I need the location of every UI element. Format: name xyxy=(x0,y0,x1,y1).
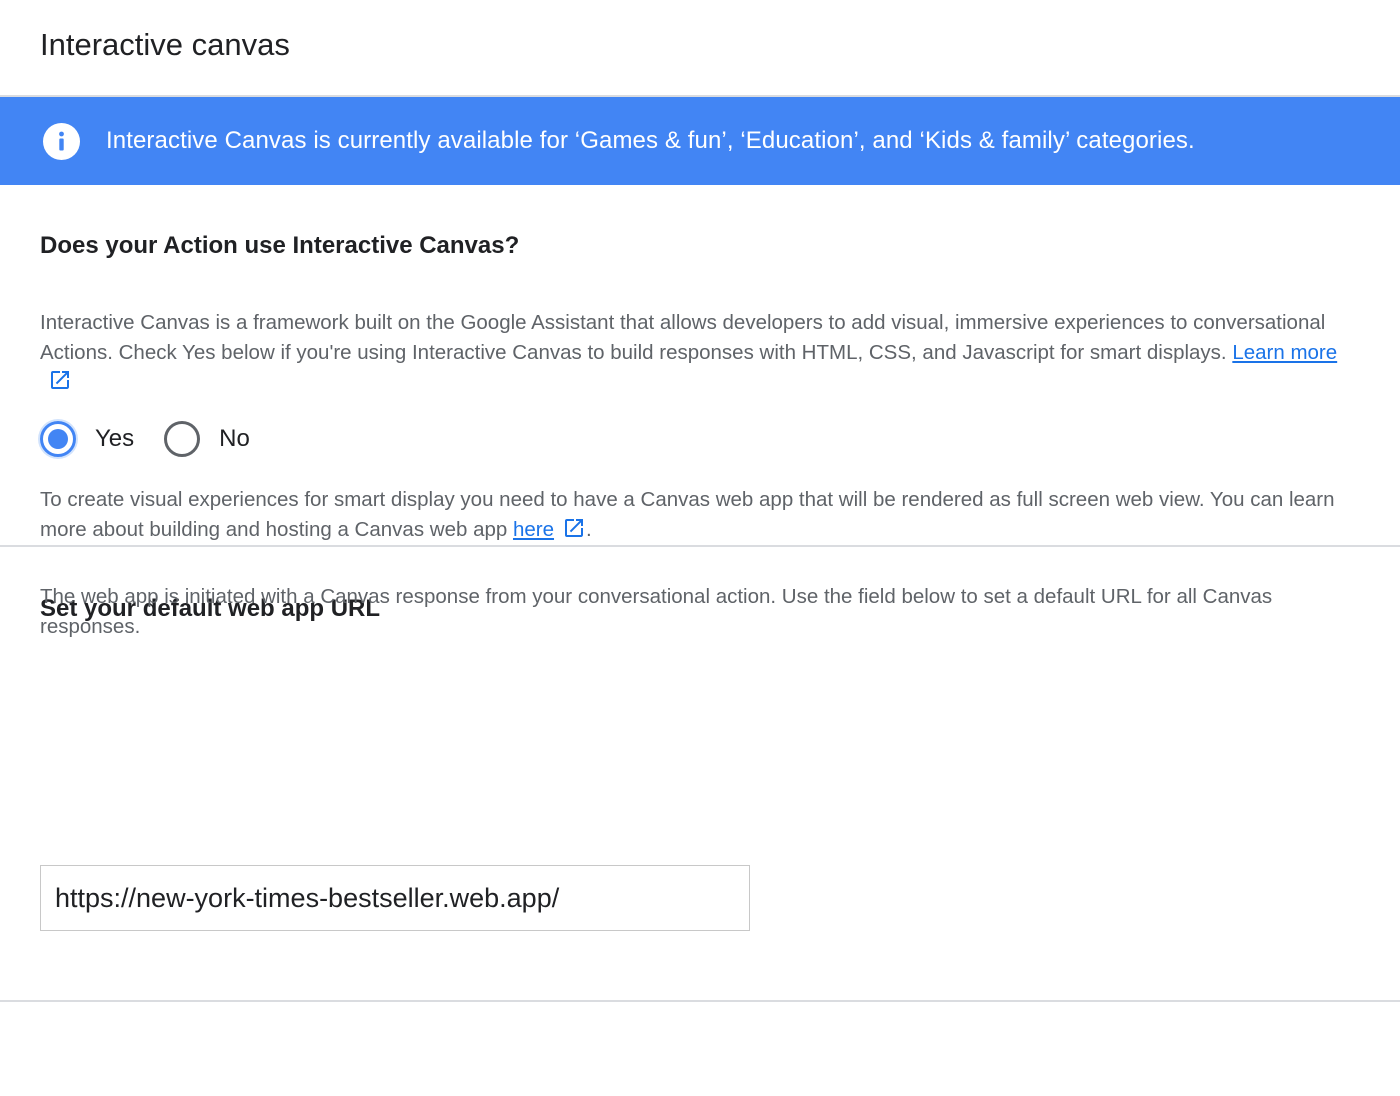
info-banner: Interactive Canvas is currently availabl… xyxy=(0,97,1400,185)
uses-canvas-radio-group: Yes No xyxy=(40,421,250,457)
radio-option-no[interactable]: No xyxy=(164,421,250,457)
default-url-input[interactable] xyxy=(40,865,750,931)
section-heading: Does your Action use Interactive Canvas? xyxy=(40,232,520,259)
banner-text: Interactive Canvas is currently availabl… xyxy=(106,127,1195,154)
info-icon xyxy=(43,122,80,160)
open-in-new-icon[interactable] xyxy=(48,368,72,401)
page-header: Interactive canvas xyxy=(0,0,1400,97)
radio-no-label[interactable]: No xyxy=(219,425,250,453)
web-app-initiation-description: The web app is initiated with a Canvas r… xyxy=(40,585,1273,638)
here-link[interactable]: here xyxy=(513,518,554,541)
description-text: Interactive Canvas is a framework built … xyxy=(40,311,1326,364)
page-title: Interactive canvas xyxy=(40,27,290,62)
radio-yes-button[interactable] xyxy=(40,421,76,457)
section-description: Interactive Canvas is a framework built … xyxy=(40,308,1360,401)
period-text: . xyxy=(586,517,592,541)
open-in-new-icon[interactable] xyxy=(562,516,586,549)
web-app-description: To create visual experiences for smart d… xyxy=(40,485,1360,548)
learn-more-link[interactable]: Learn more xyxy=(1232,341,1337,364)
web-app-description-text: To create visual experiences for smart d… xyxy=(40,488,1335,541)
radio-no-button[interactable] xyxy=(164,421,201,457)
radio-option-yes[interactable]: Yes xyxy=(40,421,134,457)
radio-yes-label[interactable]: Yes xyxy=(95,425,134,453)
